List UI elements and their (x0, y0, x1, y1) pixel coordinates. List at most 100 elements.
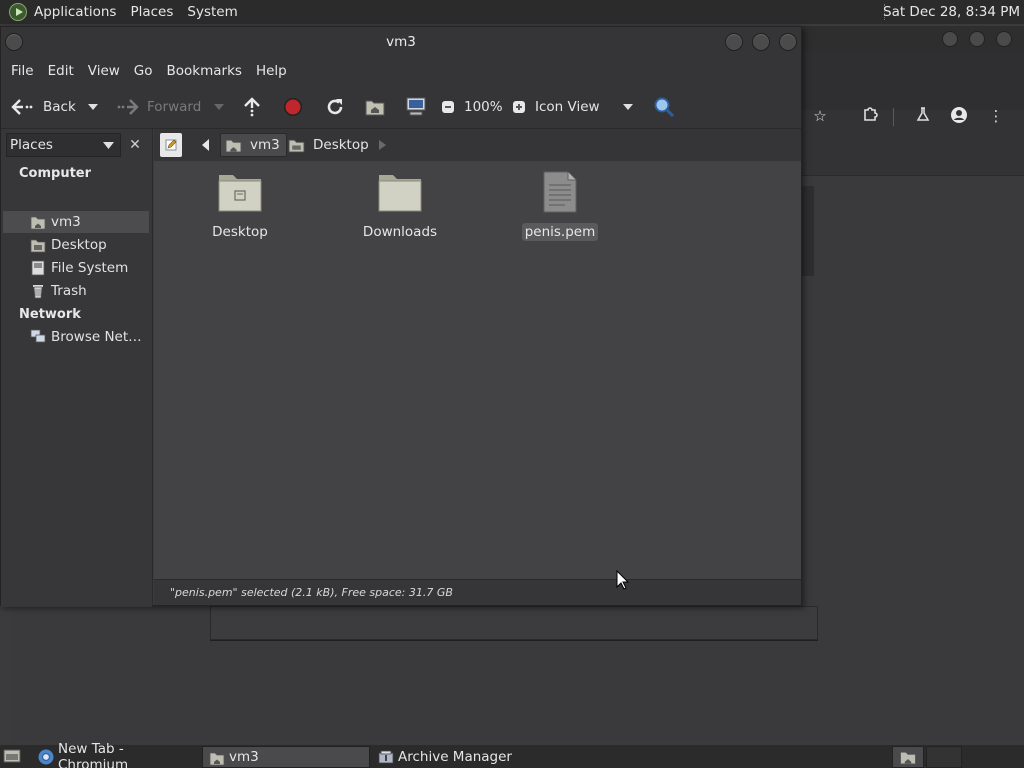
system-menu[interactable]: System (180, 0, 244, 24)
minimize-button[interactable] (725, 33, 743, 51)
pathbar-scroll-right[interactable] (374, 133, 390, 157)
menu-bookmarks[interactable]: Bookmarks (160, 57, 249, 85)
home-button[interactable] (365, 85, 385, 129)
workspace-folder-icon (900, 751, 916, 765)
sidebar-item-label: vm3 (51, 214, 81, 230)
labs-flask-icon[interactable] (913, 106, 933, 126)
sidebar-item-label: Desktop (51, 237, 107, 253)
back-button[interactable]: Back (11, 85, 76, 129)
up-arrow-icon (244, 97, 260, 117)
text-file-icon (543, 171, 577, 213)
reload-icon (327, 99, 343, 115)
desktop-folder-icon (218, 175, 262, 212)
extensions-icon[interactable] (860, 106, 880, 126)
task-label: vm3 (229, 749, 259, 765)
sidebar-close-icon[interactable]: ✕ (123, 133, 147, 157)
file-icon-view[interactable]: Desktop Downloads penis.pem (154, 161, 801, 579)
reload-button[interactable] (325, 85, 345, 129)
browser-minimize-button[interactable] (942, 31, 958, 47)
pathbar-scroll-left[interactable] (196, 133, 216, 157)
sidebar-item-browse-network[interactable]: Browse Net… (3, 326, 149, 348)
zoom-out-icon[interactable] (441, 100, 455, 114)
sidebar-item-vm3[interactable]: vm3 (3, 211, 149, 233)
browser-maximize-button[interactable] (969, 31, 985, 47)
menu-file[interactable]: File (4, 57, 41, 85)
file-item-desktop[interactable]: Desktop (190, 171, 290, 241)
task-label: New Tab - Chromium (58, 741, 129, 768)
home-folder-icon (209, 752, 225, 766)
path-segment-vm3[interactable]: vm3 (220, 133, 287, 157)
search-button[interactable] (653, 85, 675, 129)
home-folder-icon (225, 139, 242, 152)
workspace-switcher[interactable] (892, 746, 924, 768)
chevron-down-icon (88, 104, 98, 110)
clock[interactable]: Sat Dec 28, 8:34 PM (873, 0, 1024, 24)
path-segment-desktop[interactable]: Desktop (284, 133, 373, 157)
sidebar-item-trash[interactable]: Trash (3, 280, 149, 302)
network-icon (30, 329, 46, 343)
forward-arrow-icon (117, 99, 139, 115)
desktop-folder-icon (288, 139, 305, 152)
drive-icon (31, 260, 45, 276)
window-title: vm3 (386, 34, 416, 50)
computer-icon (406, 97, 426, 116)
main-toolbar: Back Forward 100% Icon View (1, 85, 801, 129)
toolbar-divider (893, 108, 894, 126)
applications-menu[interactable]: Applications (27, 0, 123, 24)
menu-view[interactable]: View (81, 57, 127, 85)
task-label: Archive Manager (398, 749, 512, 765)
bottom-taskbar: New Tab - Chromium vm3 Archive Manager (0, 741, 1024, 768)
sidebar-item-label: Browse Net… (51, 329, 142, 345)
folder-icon (378, 175, 422, 212)
places-sidebar: Places ✕ Computer vm3 Desktop File Syste… (1, 129, 153, 607)
sidebar-item-file-system[interactable]: File System (3, 257, 149, 279)
computer-button[interactable] (405, 85, 427, 129)
zoom-in-icon[interactable] (512, 100, 526, 114)
sidebar-item-desktop[interactable]: Desktop (3, 234, 149, 256)
menu-help[interactable]: Help (249, 57, 294, 85)
menu-edit[interactable]: Edit (41, 57, 81, 85)
file-manager-window: vm3 File Edit View Go Bookmarks Help Bac… (0, 26, 802, 607)
back-history-dropdown[interactable] (87, 85, 99, 129)
workspace-2[interactable] (926, 746, 962, 768)
sidebar-heading-computer: Computer (19, 166, 92, 181)
path-segment-label: Desktop (313, 137, 369, 153)
maximize-button[interactable] (752, 33, 770, 51)
zoom-control[interactable]: 100% (441, 85, 526, 129)
archive-icon (378, 750, 394, 764)
file-item-penis-pem[interactable]: penis.pem (510, 171, 610, 241)
distro-logo-icon[interactable] (9, 3, 27, 21)
task-vm3[interactable]: vm3 (202, 746, 370, 768)
show-desktop-icon[interactable] (3, 748, 21, 764)
task-archive-manager[interactable]: Archive Manager (372, 746, 542, 768)
sidebar-item-label: Trash (51, 283, 87, 299)
up-button[interactable] (242, 85, 262, 129)
background-dialog-edge (210, 606, 818, 640)
file-item-label: penis.pem (521, 223, 599, 241)
trash-icon (33, 285, 43, 299)
sidebar-type-select[interactable]: Places (6, 133, 121, 157)
forward-button[interactable]: Forward (115, 85, 201, 129)
forward-history-dropdown[interactable] (213, 85, 225, 129)
fm-titlebar[interactable]: vm3 (1, 27, 801, 57)
chevron-down-icon (622, 104, 633, 110)
sidebar-heading-network: Network (19, 307, 81, 322)
menu-go[interactable]: Go (127, 57, 160, 85)
pencil-icon (165, 139, 177, 151)
back-arrow-icon (11, 99, 33, 115)
file-item-downloads[interactable]: Downloads (350, 171, 450, 241)
browser-menu-icon[interactable]: ⋮ (986, 106, 1006, 126)
view-mode-select[interactable]: Icon View (535, 85, 634, 129)
close-button[interactable] (779, 33, 797, 51)
bookmark-star-icon[interactable]: ☆ (810, 106, 830, 126)
stop-button[interactable] (283, 85, 303, 129)
browser-close-button[interactable] (996, 31, 1012, 47)
mouse-cursor-icon (616, 570, 630, 590)
places-menu[interactable]: Places (123, 0, 180, 24)
task-chromium[interactable]: New Tab - Chromium (32, 741, 198, 768)
back-label: Back (43, 99, 76, 115)
chevron-right-icon (378, 140, 386, 150)
view-mode-label: Icon View (535, 99, 600, 115)
profile-avatar-icon[interactable] (949, 106, 969, 126)
toggle-location-entry-button[interactable] (160, 133, 182, 157)
